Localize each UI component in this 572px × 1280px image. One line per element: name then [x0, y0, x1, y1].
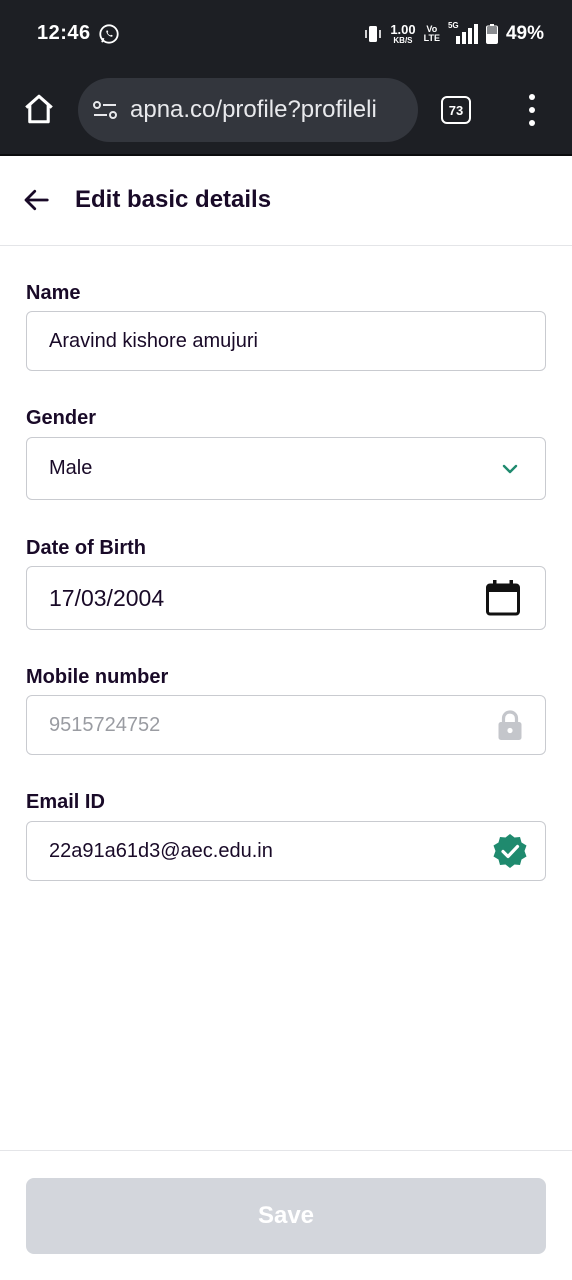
- address-bar[interactable]: apna.co/profile?profileli: [78, 78, 418, 142]
- signal-icon: 5G: [447, 21, 478, 45]
- lock-icon: [497, 709, 523, 741]
- volte-indicator: Vo LTE: [423, 24, 440, 43]
- back-arrow-icon: [24, 189, 49, 211]
- verified-badge-icon: [491, 832, 529, 870]
- name-input[interactable]: Aravind kishore amujuri: [26, 311, 546, 371]
- more-vert-icon[interactable]: [522, 94, 542, 126]
- save-button[interactable]: Save: [26, 1178, 546, 1254]
- email-input[interactable]: 22a91a61d3@aec.edu.in: [26, 821, 546, 881]
- email-label: Email ID: [26, 791, 105, 813]
- home-icon: [25, 94, 53, 124]
- dob-label: Date of Birth: [26, 537, 146, 559]
- status-time: 12:46: [37, 22, 91, 44]
- mobile-label: Mobile number: [26, 666, 169, 688]
- gender-value: Male: [49, 457, 93, 479]
- vibrate-icon: [365, 26, 382, 42]
- site-settings-icon[interactable]: [92, 99, 118, 121]
- page-title: Edit basic details: [75, 186, 272, 213]
- gender-select[interactable]: Male: [26, 437, 546, 500]
- page-header: Edit basic details: [0, 156, 572, 246]
- network-type: 5G: [447, 21, 459, 30]
- name-label: Name: [26, 282, 81, 304]
- back-button[interactable]: [20, 184, 52, 216]
- tabs-button[interactable]: 73: [441, 96, 471, 124]
- browser-toolbar: apna.co/profile?profileli 73: [0, 68, 572, 156]
- mobile-input: 9515724752: [26, 695, 546, 755]
- dob-input[interactable]: 17/03/2004: [26, 566, 546, 630]
- mobile-value: 9515724752: [49, 713, 161, 736]
- whatsapp-icon: [99, 24, 119, 44]
- home-button[interactable]: [20, 90, 58, 128]
- status-indicators: 1.00 KB/S Vo LTE 5G 49%: [364, 20, 544, 48]
- calendar-icon[interactable]: [485, 579, 521, 617]
- url-text: apna.co/profile?profileli: [130, 96, 377, 123]
- footer: Save: [0, 1150, 572, 1280]
- network-speed: 1.00 KB/S: [390, 22, 416, 45]
- email-value: 22a91a61d3@aec.edu.in: [49, 839, 273, 862]
- battery-percent: 49%: [505, 23, 544, 44]
- battery-icon: [485, 24, 498, 44]
- status-bar: 12:46 1.00 KB/S Vo LTE 5G 49%: [0, 0, 572, 68]
- gender-label: Gender: [26, 407, 97, 429]
- chevron-down-icon[interactable]: [501, 463, 519, 475]
- dob-value: 17/03/2004: [49, 584, 165, 611]
- tab-count: 73: [448, 102, 464, 118]
- name-value: Aravind kishore amujuri: [49, 329, 258, 352]
